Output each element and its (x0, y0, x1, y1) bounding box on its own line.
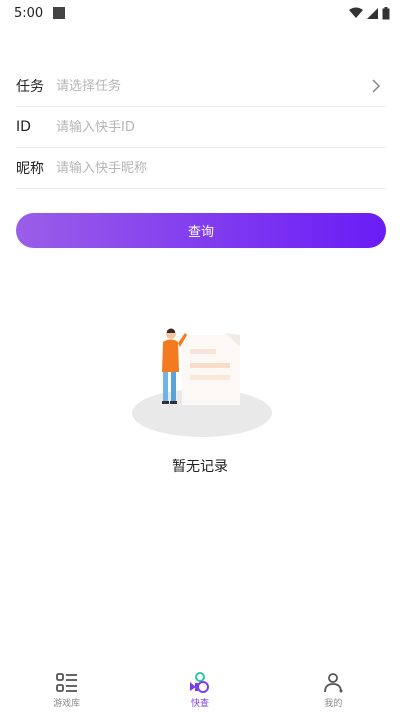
task-row[interactable]: 任务 (16, 66, 386, 107)
notification-square-icon (53, 7, 66, 19)
document-sheet (182, 335, 240, 405)
status-right (349, 6, 390, 20)
tab-game-library[interactable]: 游戏库 (0, 666, 133, 712)
empty-state-illustration (132, 328, 272, 437)
status-left: 5:00 (14, 5, 66, 21)
list-icon (55, 673, 77, 692)
empty-state-text: 暂无记录 (172, 459, 228, 475)
tab-profile[interactable]: 我的 (267, 666, 400, 712)
battery-icon (382, 6, 390, 19)
status-time: 5:00 (14, 5, 44, 21)
nickname-input[interactable] (56, 160, 386, 176)
status-bar: 5:00 (0, 0, 400, 26)
id-label: ID (16, 119, 31, 135)
task-select[interactable] (56, 78, 386, 94)
signal-icon (367, 7, 378, 19)
chevron-right-icon[interactable] (370, 78, 382, 94)
tab-game-library-label: 游戏库 (53, 699, 81, 709)
nickname-row: 昵称 (16, 148, 386, 189)
id-input[interactable] (56, 119, 386, 135)
tab-quick-search[interactable]: 快查 (133, 666, 266, 712)
tab-profile-label: 我的 (324, 699, 343, 709)
query-button[interactable]: 查询 (16, 213, 386, 248)
user-icon (324, 673, 343, 693)
wifi-icon (349, 7, 363, 18)
nickname-label: 昵称 (16, 161, 44, 177)
id-row: ID (16, 107, 386, 148)
search-glasses-icon (189, 672, 209, 693)
bottom-tab-bar: 游戏库 快查 我的 (0, 666, 400, 712)
search-form: 任务 ID 昵称 (16, 66, 386, 189)
tab-quick-search-label: 快查 (190, 699, 209, 709)
task-label: 任务 (16, 79, 44, 95)
